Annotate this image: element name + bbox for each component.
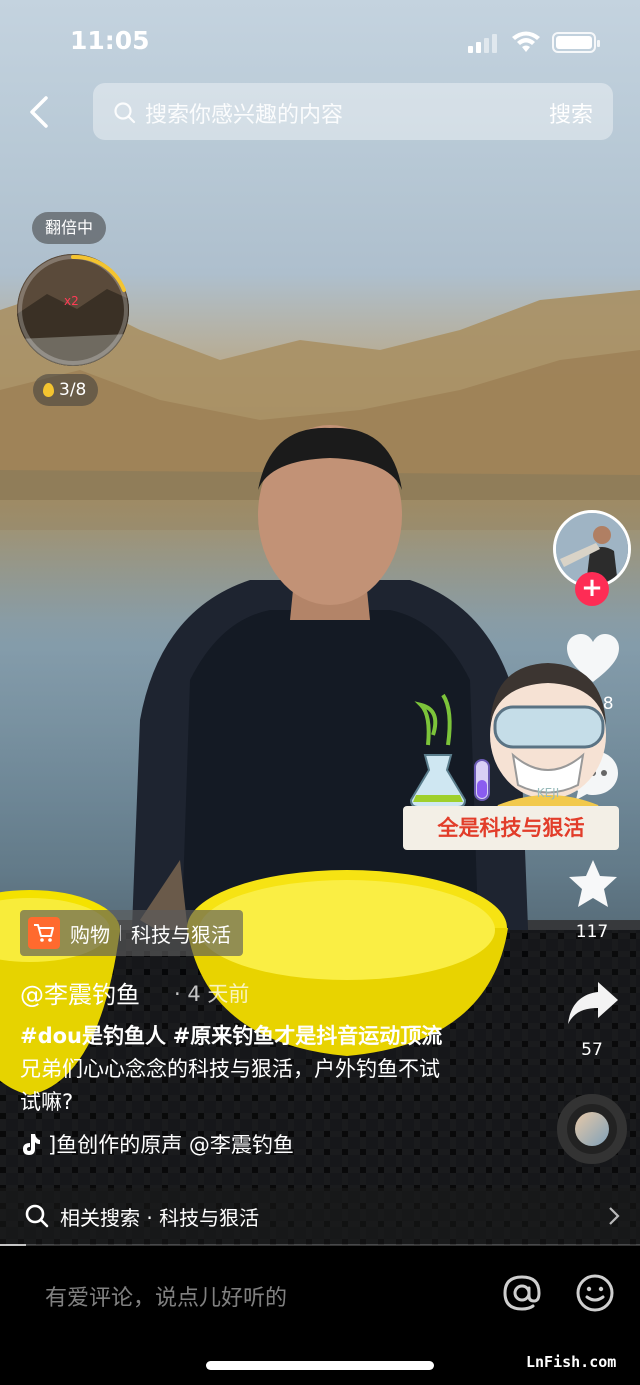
comment-input[interactable]: 有爱评论，说点儿好听的	[45, 1280, 287, 1312]
status-time: 11:05	[70, 26, 150, 55]
music-title: ]鱼创作的原声 @李震钓鱼	[48, 1133, 294, 1157]
signal-icon	[468, 34, 497, 53]
share-count: 57	[581, 1040, 603, 1060]
status-bar: 11:05	[0, 0, 640, 84]
hashtag-link[interactable]: #dou是钓鱼人	[20, 1024, 166, 1048]
sticker-label: 全是科技与狠活	[403, 806, 619, 850]
music-disc[interactable]	[557, 1094, 627, 1164]
chevron-right-icon	[609, 1207, 620, 1225]
favorite-count: 117	[575, 922, 609, 942]
search-bar[interactable]: 搜索你感兴趣的内容 搜索	[93, 83, 613, 140]
related-search-label: 相关搜索 · 科技与狠活	[60, 1205, 260, 1230]
at-mention-icon[interactable]	[501, 1272, 543, 1314]
sticker-badge: KEJI	[537, 786, 560, 800]
star-favorite-icon[interactable]	[566, 858, 620, 910]
hashtag-link[interactable]: #原来钓鱼才是抖音运动顶流	[173, 1024, 443, 1048]
cart-icon	[28, 917, 60, 949]
author-name[interactable]: @李震钓鱼	[20, 975, 140, 1010]
shop-type: 购物	[70, 922, 110, 947]
back-arrow-icon[interactable]	[24, 94, 56, 130]
search-button[interactable]: 搜索	[549, 97, 593, 129]
bonus-multiplier: x2	[64, 294, 79, 308]
tiktok-note-icon	[23, 1134, 40, 1155]
music-marquee[interactable]: ]鱼创作的原声 @李震钓鱼	[20, 1128, 350, 1160]
bonus-count-text: 3/8	[59, 380, 87, 400]
follow-plus-button[interactable]: +	[575, 572, 609, 606]
emoji-icon[interactable]	[574, 1272, 616, 1314]
home-indicator[interactable]	[206, 1361, 434, 1370]
watermark: LnFish.com	[526, 1353, 617, 1371]
search-placeholder: 搜索你感兴趣的内容	[145, 103, 344, 128]
comment-bar: 有爱评论，说点儿好听的 LnFish.com	[0, 1246, 640, 1385]
battery-icon	[552, 32, 600, 53]
related-search-bar[interactable]: 相关搜索 · 科技与狠活	[0, 1188, 640, 1244]
golden-egg-icon	[43, 383, 54, 397]
shopping-tag[interactable]: 购物 科技与狠活	[20, 910, 243, 956]
search-icon	[25, 1204, 49, 1228]
bonus-progress-ring	[18, 254, 128, 365]
shop-divider	[120, 925, 121, 941]
post-text: 兄弟们心心念念的科技与狠活，户外钓鱼不试试嘛?	[20, 1057, 440, 1114]
double-bonus-tag: 翻倍中	[32, 212, 107, 244]
music-disc-cover	[575, 1112, 609, 1146]
share-arrow-icon[interactable]	[566, 980, 620, 1026]
search-icon	[114, 102, 136, 124]
shop-title: 科技与狠活	[131, 922, 231, 947]
post-description: #dou是钓鱼人 #原来钓鱼才是抖音运动顶流 兄弟们心心念念的科技与狠活，户外钓…	[20, 1020, 460, 1119]
bonus-egg-count: 3/8	[33, 374, 99, 406]
wifi-icon	[512, 31, 540, 52]
post-time: · 4 天前	[174, 982, 250, 1006]
